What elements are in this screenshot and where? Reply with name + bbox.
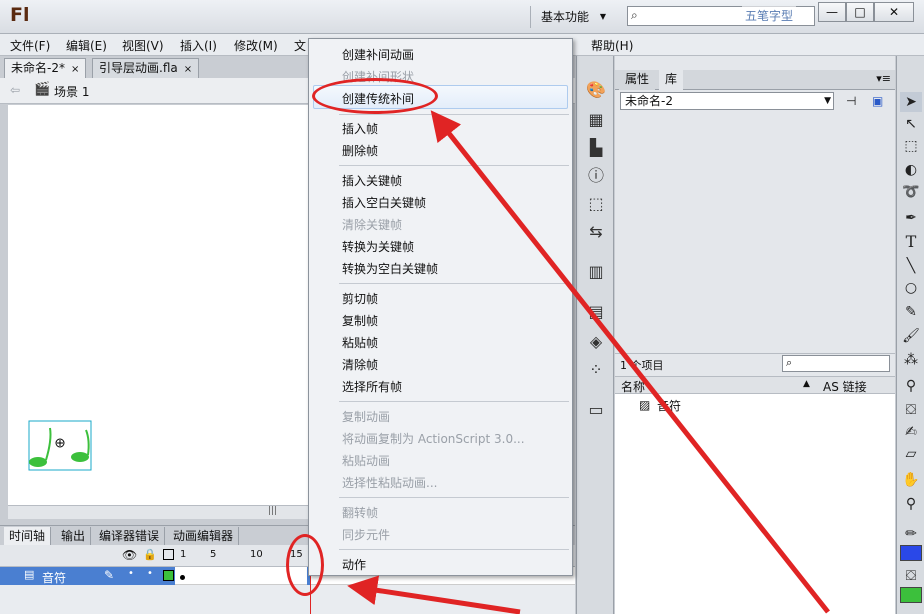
arrow-to-menu-item [430, 110, 830, 614]
annotation-arrows [347, 110, 830, 614]
menu-item-create-classic-tween[interactable]: 创建传统补间 [342, 90, 414, 107]
arrow-to-frame [347, 575, 521, 614]
